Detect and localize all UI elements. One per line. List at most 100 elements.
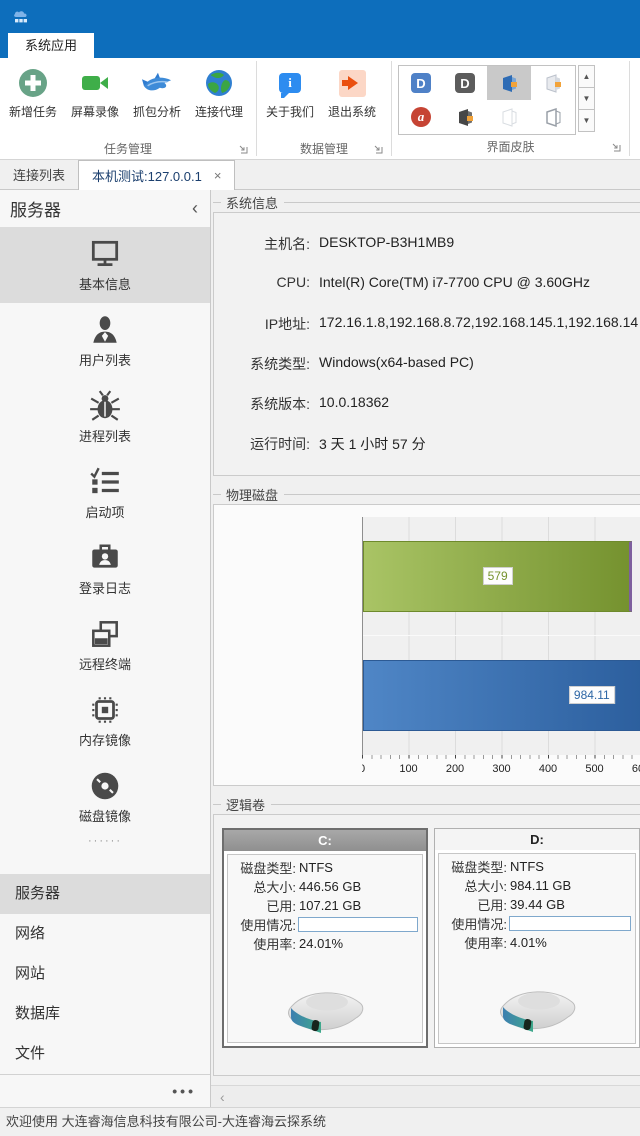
chart-x-tick-label: 0 xyxy=(362,763,365,775)
os-version-value: 10.0.18362 xyxy=(310,394,389,410)
ribbon-group-data: i 关于我们 退出系统 数据管理 xyxy=(257,58,391,159)
sidebar-item-startup[interactable]: 启动项 xyxy=(0,455,210,531)
ribbon-group-task: 新增任务 屏幕录像 xyxy=(0,58,256,159)
hard-drive-icon xyxy=(443,960,631,1044)
sidebar-section-network[interactable]: 网络 xyxy=(0,914,210,954)
chart-plot-area: 579 984.11 xyxy=(362,517,640,755)
skin-option-office-dark-icon[interactable] xyxy=(443,100,487,134)
sidebar-section-website[interactable]: 网站 xyxy=(0,954,210,994)
sidebar-item-memory-image[interactable]: 内存镜像 xyxy=(0,683,210,759)
volume-name: D: xyxy=(435,829,639,850)
main-content: 系统信息 主机名:DESKTOP-B3H1MB9 CPU:Intel(R) Co… xyxy=(211,190,640,1085)
volume-type: NTFS xyxy=(296,860,333,875)
bug-icon xyxy=(88,389,122,423)
packet-capture-button[interactable]: 抓包分析 xyxy=(126,65,188,120)
chart-bar-value-label: 984.11 xyxy=(569,686,615,704)
volume-card-c[interactable]: C: 磁盘类型:NTFS 总大小:446.56 GB 已用:107.21 GB … xyxy=(222,828,428,1048)
gallery-scroll-up-icon[interactable]: ▲ xyxy=(578,65,595,88)
title-bar xyxy=(0,0,640,33)
ip-label: IP地址: xyxy=(214,314,310,334)
disk-icon xyxy=(88,769,122,803)
dialog-launcher-icon[interactable] xyxy=(238,144,248,154)
screen-record-button[interactable]: 屏幕录像 xyxy=(64,65,126,120)
about-button[interactable]: i 关于我们 xyxy=(259,65,321,120)
exit-button[interactable]: 退出系统 xyxy=(321,65,383,120)
proxy-button[interactable]: 连接代理 xyxy=(188,65,250,120)
sidebar-title: 服务器 xyxy=(10,196,61,221)
chart-bar-value-label: 579 xyxy=(483,567,513,585)
exit-arrow-icon xyxy=(337,68,367,98)
document-tab-strip: 连接列表 本机测试:127.0.0.1 × xyxy=(0,160,640,190)
skin-option-red-script-icon[interactable]: a xyxy=(399,100,443,134)
sidebar-section-server[interactable]: 服务器 xyxy=(0,874,210,914)
add-task-icon xyxy=(18,68,48,98)
monitor-icon xyxy=(88,237,122,271)
screen-record-icon xyxy=(80,68,110,98)
ribbon-tab-system-app[interactable]: 系统应用 xyxy=(8,33,94,58)
user-icon xyxy=(88,313,122,347)
tab-connection-list[interactable]: 连接列表 xyxy=(0,160,78,189)
skin-option-word-dark-icon[interactable]: D xyxy=(443,66,487,100)
skin-option-word-blue-icon[interactable]: D xyxy=(399,66,443,100)
collapse-icon[interactable]: ‹ xyxy=(192,198,198,219)
uptime-value: 3 天 1 小时 57 分 xyxy=(310,434,426,454)
dialog-launcher-icon[interactable] xyxy=(611,142,621,152)
chart-x-tick-label: 300 xyxy=(492,763,510,775)
usage-progress-bar xyxy=(509,916,631,931)
group-label-skin: 界面皮肤 xyxy=(486,138,534,155)
chart-x-tick-label: 400 xyxy=(539,763,557,775)
gallery-expand-icon[interactable]: ▼ xyxy=(578,109,595,132)
group-label-task: 任务管理 xyxy=(104,140,152,157)
skin-option-office-blue-icon[interactable] xyxy=(487,66,531,100)
ribbon-group-skin: D D a ▲ ▼ ▼ xyxy=(392,58,629,159)
sidebar-item-user-list[interactable]: 用户列表 xyxy=(0,303,210,379)
ip-value: 172.16.1.8,192.168.8.72,192.168.145.1,19… xyxy=(310,314,638,330)
gallery-scroll-down-icon[interactable]: ▼ xyxy=(578,87,595,110)
skin-option-office-faint-icon[interactable] xyxy=(487,100,531,134)
uptime-label: 运行时间: xyxy=(214,434,310,454)
badge-icon xyxy=(88,541,122,575)
chart-x-axis: 0100200300400500600 xyxy=(362,755,640,781)
sidebar-item-basic-info[interactable]: 基本信息 xyxy=(0,227,210,303)
ribbon: 新增任务 屏幕录像 xyxy=(0,58,640,160)
volume-used: 39.44 GB xyxy=(507,897,565,912)
cpu-value: Intel(R) Core(TM) i7-7700 CPU @ 3.60GHz xyxy=(310,274,590,290)
skin-option-office-gray-icon[interactable] xyxy=(531,100,575,134)
os-type-value: Windows(x64-based PC) xyxy=(310,354,474,370)
volume-total: 446.56 GB xyxy=(296,879,361,894)
scroll-left-icon[interactable]: ‹ xyxy=(220,1089,225,1105)
hostname-value: DESKTOP-B3H1MB9 xyxy=(310,234,454,250)
volume-used: 107.21 GB xyxy=(296,898,361,913)
volume-name: C: xyxy=(224,830,426,851)
os-version-label: 系统版本: xyxy=(214,394,310,414)
sidebar-overflow-button[interactable]: ••• xyxy=(0,1074,210,1107)
skin-option-office-light-icon[interactable] xyxy=(531,66,575,100)
group-caption-system-info: 系统信息 xyxy=(213,192,640,212)
chart-x-tick-label: 600 xyxy=(632,763,640,775)
ribbon-tab-strip: 系统应用 xyxy=(0,33,640,58)
sidebar-item-process-list[interactable]: 进程列表 xyxy=(0,379,210,455)
sidebar-item-login-log[interactable]: 登录日志 xyxy=(0,531,210,607)
about-info-icon: i xyxy=(275,68,305,98)
sidebar-section-file[interactable]: 文件 xyxy=(0,1034,210,1074)
usage-progress-bar xyxy=(298,917,418,932)
sidebar: 服务器 ‹ 基本信息 用户列表 进程列表 xyxy=(0,190,211,1107)
horizontal-scrollbar[interactable]: ‹ xyxy=(211,1085,640,1107)
tab-local-test[interactable]: 本机测试:127.0.0.1 × xyxy=(78,160,235,190)
sidebar-splitter-handle[interactable]: ······ xyxy=(0,835,210,853)
sidebar-item-remote-terminal[interactable]: 远程终端 xyxy=(0,607,210,683)
close-icon[interactable]: × xyxy=(214,168,222,183)
os-type-label: 系统类型: xyxy=(214,354,310,374)
app-cloud-icon xyxy=(12,8,30,26)
skin-gallery: D D a xyxy=(398,65,576,135)
sidebar-item-disk-image[interactable]: 磁盘镜像 xyxy=(0,759,210,835)
sidebar-section-database[interactable]: 数据库 xyxy=(0,994,210,1034)
dialog-launcher-icon[interactable] xyxy=(373,144,383,154)
volume-total: 984.11 GB xyxy=(507,878,571,893)
volume-card-d[interactable]: D: 磁盘类型:NTFS 总大小:984.11 GB 已用:39.44 GB 使… xyxy=(434,828,640,1048)
system-info-panel: 主机名:DESKTOP-B3H1MB9 CPU:Intel(R) Core(TM… xyxy=(213,212,640,476)
status-text: 欢迎使用 大连睿海信息科技有限公司-大连睿海云探系统 xyxy=(6,1114,326,1129)
new-task-button[interactable]: 新增任务 xyxy=(2,65,64,120)
status-bar: 欢迎使用 大连睿海信息科技有限公司-大连睿海云探系统 xyxy=(0,1107,640,1136)
group-caption-physical-disk: 物理磁盘 xyxy=(213,484,640,504)
